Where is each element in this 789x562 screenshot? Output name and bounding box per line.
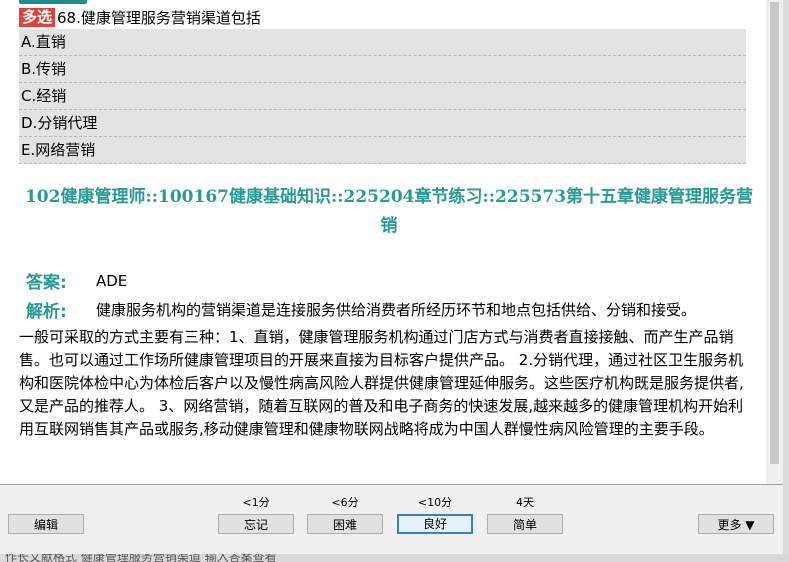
interval-hard: <6分 — [331, 496, 359, 509]
answer-value: ADE — [96, 271, 128, 290]
edit-button[interactable]: 编辑 — [8, 514, 84, 534]
option-b[interactable]: B.传销 — [19, 56, 746, 83]
option-e[interactable]: E.网络营销 — [19, 137, 746, 164]
background-strip-text: 作长文献格式 健康管理服务营销渠道 输入答案查看 — [5, 554, 277, 562]
options-list: A.直销 B.传销 C.经销 D.分销代理 E.网络营销 — [19, 29, 746, 164]
multi-choice-badge: 多选 — [19, 7, 56, 27]
vertical-scrollbar[interactable] — [766, 0, 783, 484]
option-d[interactable]: D.分销代理 — [19, 110, 746, 137]
answer-label: 答案: — [26, 273, 67, 293]
option-c[interactable]: C.经销 — [19, 83, 746, 110]
question-text: 68.健康管理服务营销渠道包括 — [57, 8, 261, 27]
card-area: 多选 68.健康管理服务营销渠道包括 A.直销 B.传销 C.经销 D.分销代理… — [0, 0, 766, 484]
review-toolbar: 编辑 <1分 <6分 <10分 4天 忘记 困难 良好 简单 更多 ▼ — [0, 484, 783, 555]
interval-again: <1分 — [242, 496, 270, 509]
explanation-row: 解析: 健康服务机构的营销渠道是连接服务供给消费者所经历环节和地点包括供给、分销… — [26, 297, 696, 322]
again-button[interactable]: 忘记 — [218, 514, 294, 534]
answer-row: 答案: ADE — [26, 268, 128, 294]
question-line: 多选 68.健康管理服务营销渠道包括 — [19, 7, 261, 27]
interval-good: <10分 — [417, 496, 453, 509]
scrollbar-thumb[interactable] — [770, 2, 779, 464]
option-a[interactable]: A.直销 — [19, 29, 746, 56]
window-edge — [783, 0, 789, 554]
good-button[interactable]: 良好 — [397, 514, 473, 534]
hard-button[interactable]: 困难 — [307, 514, 383, 534]
background-window-strip: 作长文献格式 健康管理服务营销渠道 输入答案查看 — [0, 554, 789, 562]
top-tag-fragment — [19, 0, 87, 4]
explanation-label: 解析: — [26, 302, 67, 322]
interval-easy: 4天 — [516, 496, 534, 509]
more-button[interactable]: 更多 ▼ — [698, 514, 774, 534]
explanation-body: 一般可采取的方式主要有三种：1、直销，健康管理服务机构通过门店方式与消费者直接接… — [19, 328, 744, 438]
explanation-first-line: 健康服务机构的营销渠道是连接服务供给消费者所经历环节和地点包括供给、分销和接受。 — [96, 301, 697, 319]
deck-path: 102健康管理师::100167健康基础知识::225204章节练习::2255… — [24, 187, 754, 236]
easy-button[interactable]: 简单 — [487, 514, 563, 534]
